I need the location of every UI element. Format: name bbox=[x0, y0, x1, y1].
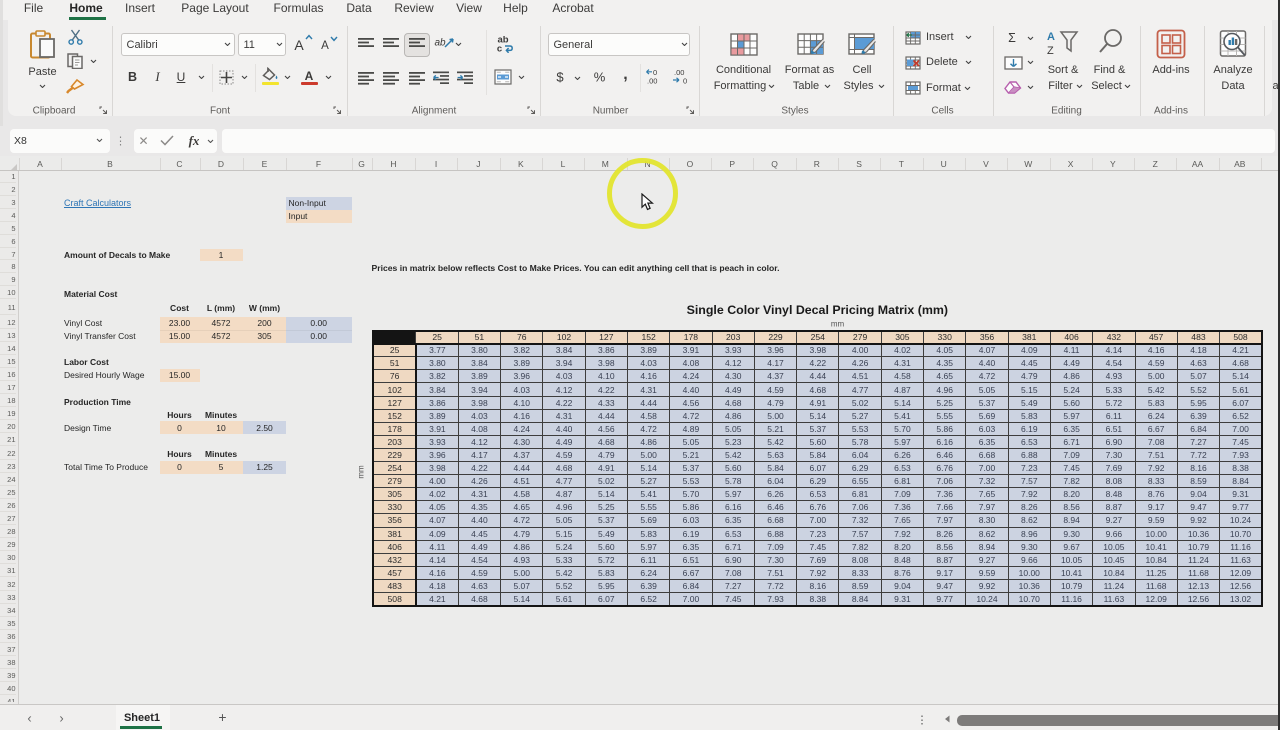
svg-text:0: 0 bbox=[683, 77, 687, 86]
svg-text:.00: .00 bbox=[647, 77, 657, 86]
svg-text:A: A bbox=[1047, 31, 1055, 43]
svg-text:Z: Z bbox=[1047, 45, 1054, 56]
